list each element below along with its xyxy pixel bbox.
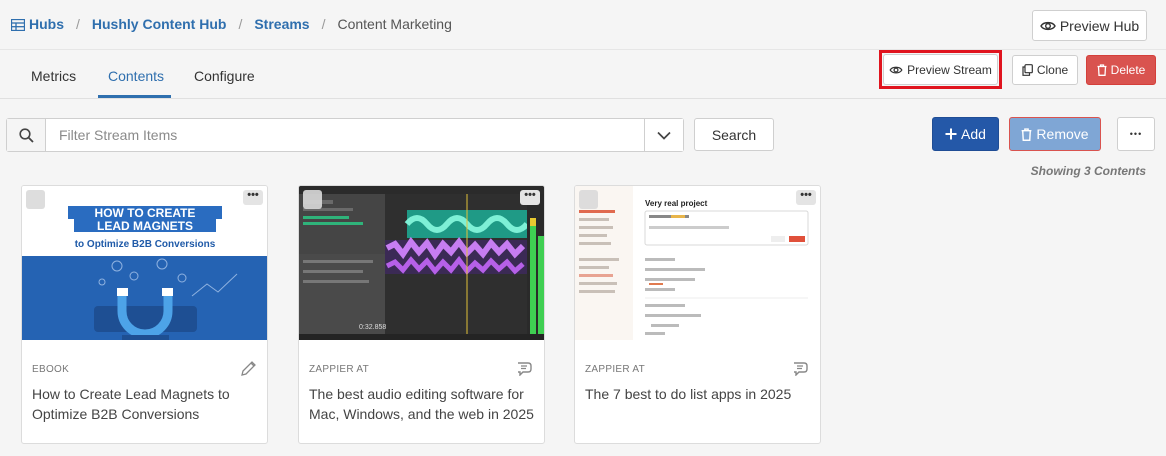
content-type: EBOOK <box>32 364 70 375</box>
filter-dropdown-toggle[interactable] <box>644 119 683 151</box>
breadcrumb-separator: / <box>321 16 326 32</box>
card-menu-button[interactable]: ••• <box>796 190 816 205</box>
preview-stream-button[interactable]: Preview Stream <box>883 54 998 85</box>
search-button[interactable]: Search <box>694 118 774 151</box>
content-title[interactable]: The best audio editing software for Mac,… <box>309 384 535 424</box>
search-icon <box>18 127 34 143</box>
content-card[interactable]: HOW TO CREATE LEAD MAGNETS to Optimize B… <box>21 185 268 444</box>
thumb-heading: Very real project <box>645 199 708 208</box>
thumb-timecode: 0:32.858 <box>359 324 386 331</box>
trash-icon <box>1022 127 1032 141</box>
breadcrumb-separator: / <box>238 16 243 32</box>
content-card[interactable]: 0:32.858 ••• ZAPPIER AT The best audio e… <box>298 185 545 444</box>
more-options-button[interactable]: ••• <box>1117 117 1155 151</box>
copy-icon <box>1022 64 1033 76</box>
select-checkbox[interactable] <box>303 190 322 209</box>
search-icon-cell <box>7 119 46 151</box>
thumb-line-2: LEAD MAGNETS <box>97 219 193 233</box>
audio-editor-screenshot: 0:32.858 <box>299 186 544 340</box>
more-options-label: ••• <box>1129 129 1143 139</box>
thumb-line-1: HOW TO CREATE <box>95 206 196 220</box>
feed-icon <box>518 362 532 376</box>
card-menu-button[interactable]: ••• <box>520 190 540 205</box>
preview-hub-label: Preview Hub <box>1059 17 1140 34</box>
thumb-line-3: to Optimize B2B Conversions <box>75 239 216 250</box>
lead-magnet-illustration: HOW TO CREATE LEAD MAGNETS to Optimize B… <box>22 186 267 340</box>
top-bar: Hubs / Hushly Content Hub / Streams / Co… <box>0 0 1166 50</box>
eye-icon <box>889 66 903 73</box>
select-checkbox[interactable] <box>26 190 45 209</box>
breadcrumb-hubs[interactable]: Hubs <box>29 16 64 32</box>
clone-label: Clone <box>1036 63 1069 77</box>
card-thumbnail: 0:32.858 ••• <box>299 186 544 340</box>
tab-metrics[interactable]: Metrics <box>31 68 76 84</box>
chevron-down-icon <box>657 131 671 140</box>
breadcrumb-hub[interactable]: Hushly Content Hub <box>92 16 227 32</box>
select-checkbox[interactable] <box>579 190 598 209</box>
add-button[interactable]: Add <box>932 117 999 151</box>
content-type: ZAPPIER AT <box>585 364 646 375</box>
table-icon <box>11 19 25 31</box>
active-tab-indicator <box>98 95 171 98</box>
content-title[interactable]: The 7 best to do list apps in 2025 <box>585 384 811 404</box>
add-label: Add <box>961 126 986 142</box>
remove-button[interactable]: Remove <box>1009 117 1101 151</box>
delete-label: Delete <box>1110 63 1146 77</box>
pencil-icon[interactable] <box>240 360 257 377</box>
feed-icon <box>794 362 808 376</box>
breadcrumb-separator: / <box>76 16 80 32</box>
filter-stream-input[interactable] <box>47 119 644 151</box>
showing-count: Showing 3 Contents <box>1030 164 1146 178</box>
preview-stream-label: Preview Stream <box>907 62 992 77</box>
remove-label: Remove <box>1036 126 1089 142</box>
card-menu-button[interactable]: ••• <box>243 190 263 205</box>
card-thumbnail: Very real project ••• <box>575 186 820 340</box>
eye-icon <box>1040 21 1056 30</box>
tab-configure[interactable]: Configure <box>194 68 255 84</box>
tab-contents[interactable]: Contents <box>108 68 164 84</box>
clone-button[interactable]: Clone <box>1012 55 1078 85</box>
content-title[interactable]: How to Create Lead Magnets to Optimize B… <box>32 384 258 424</box>
card-thumbnail: HOW TO CREATE LEAD MAGNETS to Optimize B… <box>22 186 267 340</box>
preview-hub-button[interactable]: Preview Hub <box>1032 10 1147 41</box>
delete-button[interactable]: Delete <box>1086 55 1156 85</box>
todo-app-screenshot: Very real project <box>575 186 820 340</box>
breadcrumb-streams[interactable]: Streams <box>254 16 309 32</box>
filter-box <box>6 118 684 152</box>
content-card[interactable]: Very real project ••• ZAPPIER AT The 7 b… <box>574 185 821 444</box>
content-type: ZAPPIER AT <box>309 364 370 375</box>
plus-icon <box>945 128 957 140</box>
trash-icon <box>1097 64 1107 76</box>
breadcrumb-current: Content Marketing <box>337 16 452 32</box>
breadcrumb: Hubs / Hushly Content Hub / Streams / Co… <box>11 16 452 32</box>
